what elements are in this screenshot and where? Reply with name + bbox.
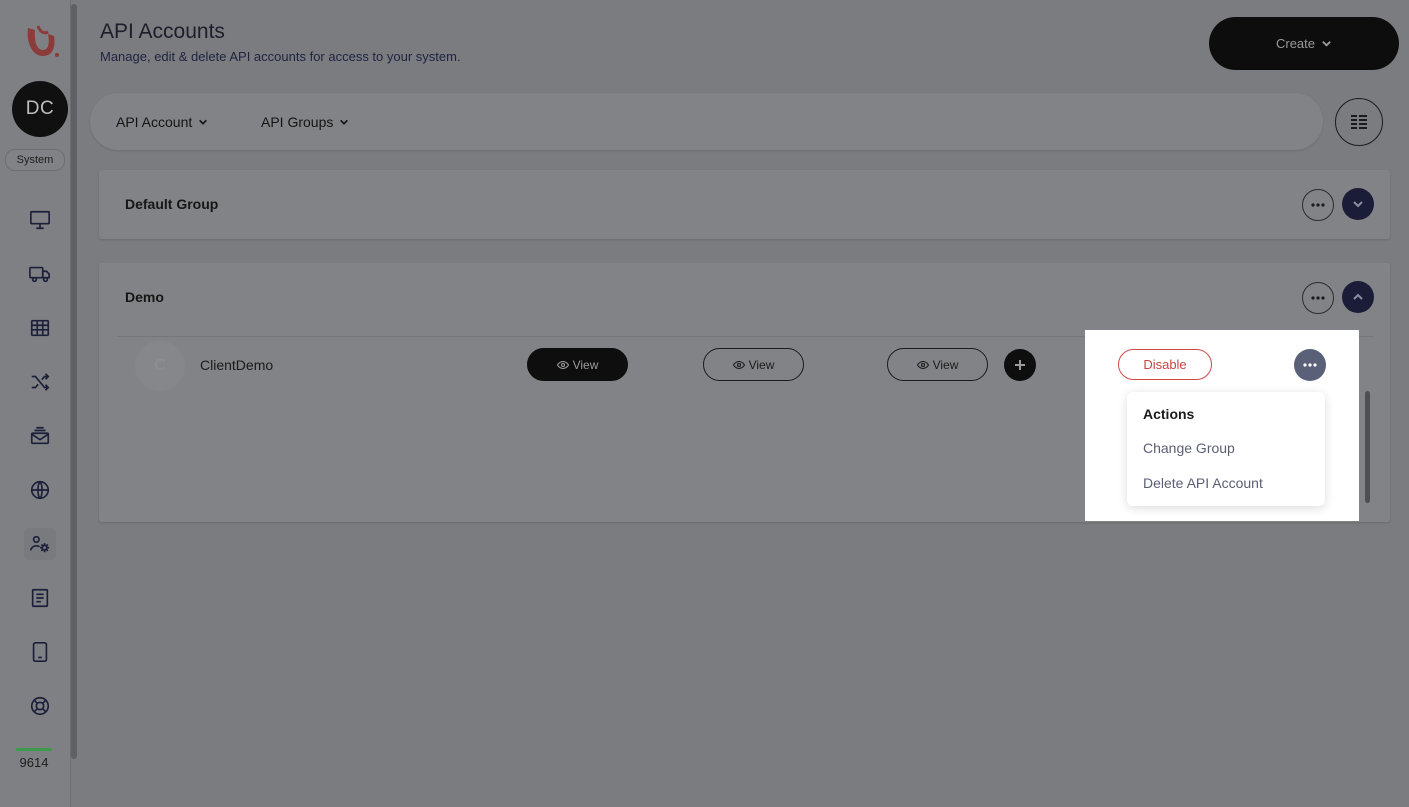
globe-icon xyxy=(30,480,50,500)
role-label: System xyxy=(16,154,54,166)
chevron-down-icon xyxy=(340,119,349,125)
account-name: ClientDemo xyxy=(200,357,274,373)
shuffle-icon xyxy=(31,373,50,391)
card-scrollbar[interactable] xyxy=(1365,391,1370,503)
group-collapse-button[interactable] xyxy=(1342,281,1374,313)
usage-count: 9614 xyxy=(19,755,49,770)
tablet-icon xyxy=(32,642,48,662)
layout-toggle-button[interactable] xyxy=(1335,98,1383,146)
view-label: View xyxy=(748,357,775,372)
sidebar-scrollbar[interactable] xyxy=(71,4,77,759)
users-cog-icon xyxy=(30,535,50,553)
group-title: Demo xyxy=(125,289,164,305)
account-actions-region: Disable Actions Change Group Delete API … xyxy=(1085,330,1359,521)
sidebar: DC System 9614 xyxy=(0,0,71,807)
nav-global[interactable] xyxy=(24,474,56,506)
chevron-down-icon xyxy=(1322,41,1331,47)
more-horizontal-icon xyxy=(1311,296,1325,300)
menu-item-change-group[interactable]: Change Group xyxy=(1143,440,1235,456)
menu-item-delete-api-account[interactable]: Delete API Account xyxy=(1143,475,1263,491)
nav-api-accounts[interactable] xyxy=(24,528,56,560)
monitor-icon xyxy=(30,210,50,230)
filter-label: API Account xyxy=(116,113,193,130)
page-subtitle: Manage, edit & delete API accounts for a… xyxy=(100,49,461,64)
eye-icon xyxy=(556,360,569,369)
actions-menu: Actions Change Group Delete API Account xyxy=(1127,392,1325,506)
nav-tables[interactable] xyxy=(24,312,56,344)
group-options-button[interactable] xyxy=(1302,282,1334,314)
nav-messages[interactable] xyxy=(24,420,56,452)
nav-routing[interactable] xyxy=(24,366,56,398)
nav-support[interactable] xyxy=(24,690,56,722)
nav-docs[interactable] xyxy=(24,582,56,614)
avatar[interactable]: DC xyxy=(12,81,68,137)
view-label: View xyxy=(572,357,599,372)
book-icon xyxy=(31,588,49,608)
view-label: View xyxy=(932,357,959,372)
create-button[interactable]: Create xyxy=(1209,17,1399,70)
chevron-up-icon xyxy=(1353,293,1363,300)
group-expand-button[interactable] xyxy=(1342,188,1374,220)
account-initial: C xyxy=(154,357,166,374)
filter-api-account[interactable]: API Account xyxy=(116,93,208,150)
nav-dashboard[interactable] xyxy=(24,204,56,236)
view-button-1[interactable]: View xyxy=(527,348,628,381)
more-horizontal-icon xyxy=(1311,203,1325,207)
group-card-default: Default Group xyxy=(99,170,1390,239)
group-options-button[interactable] xyxy=(1302,189,1334,221)
brand-logo xyxy=(27,25,59,57)
nav-devices[interactable] xyxy=(24,636,56,668)
create-label: Create xyxy=(1275,36,1316,51)
eye-icon xyxy=(732,360,745,369)
account-options-button[interactable] xyxy=(1294,349,1326,381)
table-icon xyxy=(30,319,50,337)
filter-bar: API Account API Groups xyxy=(90,93,1323,150)
role-badge: System xyxy=(5,149,65,171)
avatar-initials: DC xyxy=(25,98,55,119)
view-button-2[interactable]: View xyxy=(703,348,804,381)
mail-stack-icon xyxy=(30,426,50,445)
usage-bar xyxy=(16,748,52,751)
view-button-3[interactable]: View xyxy=(887,348,988,381)
truck-icon xyxy=(29,266,50,283)
plus-icon xyxy=(1015,360,1025,370)
filter-api-groups[interactable]: API Groups xyxy=(261,93,349,150)
group-title: Default Group xyxy=(125,196,219,212)
lifebuoy-icon xyxy=(30,696,50,716)
eye-icon xyxy=(916,360,929,369)
disable-button[interactable]: Disable xyxy=(1118,349,1212,380)
nav-shipments[interactable] xyxy=(24,258,56,290)
chevron-down-icon xyxy=(199,119,208,125)
actions-menu-heading: Actions xyxy=(1143,406,1195,422)
chevron-down-icon xyxy=(1353,201,1363,208)
list-grid-icon xyxy=(1351,115,1367,129)
account-avatar: C xyxy=(135,341,185,391)
more-horizontal-icon xyxy=(1303,363,1317,367)
add-button[interactable] xyxy=(1004,349,1036,381)
disable-label: Disable xyxy=(1143,357,1187,372)
page-title: API Accounts xyxy=(100,20,225,43)
filter-label: API Groups xyxy=(261,113,334,130)
